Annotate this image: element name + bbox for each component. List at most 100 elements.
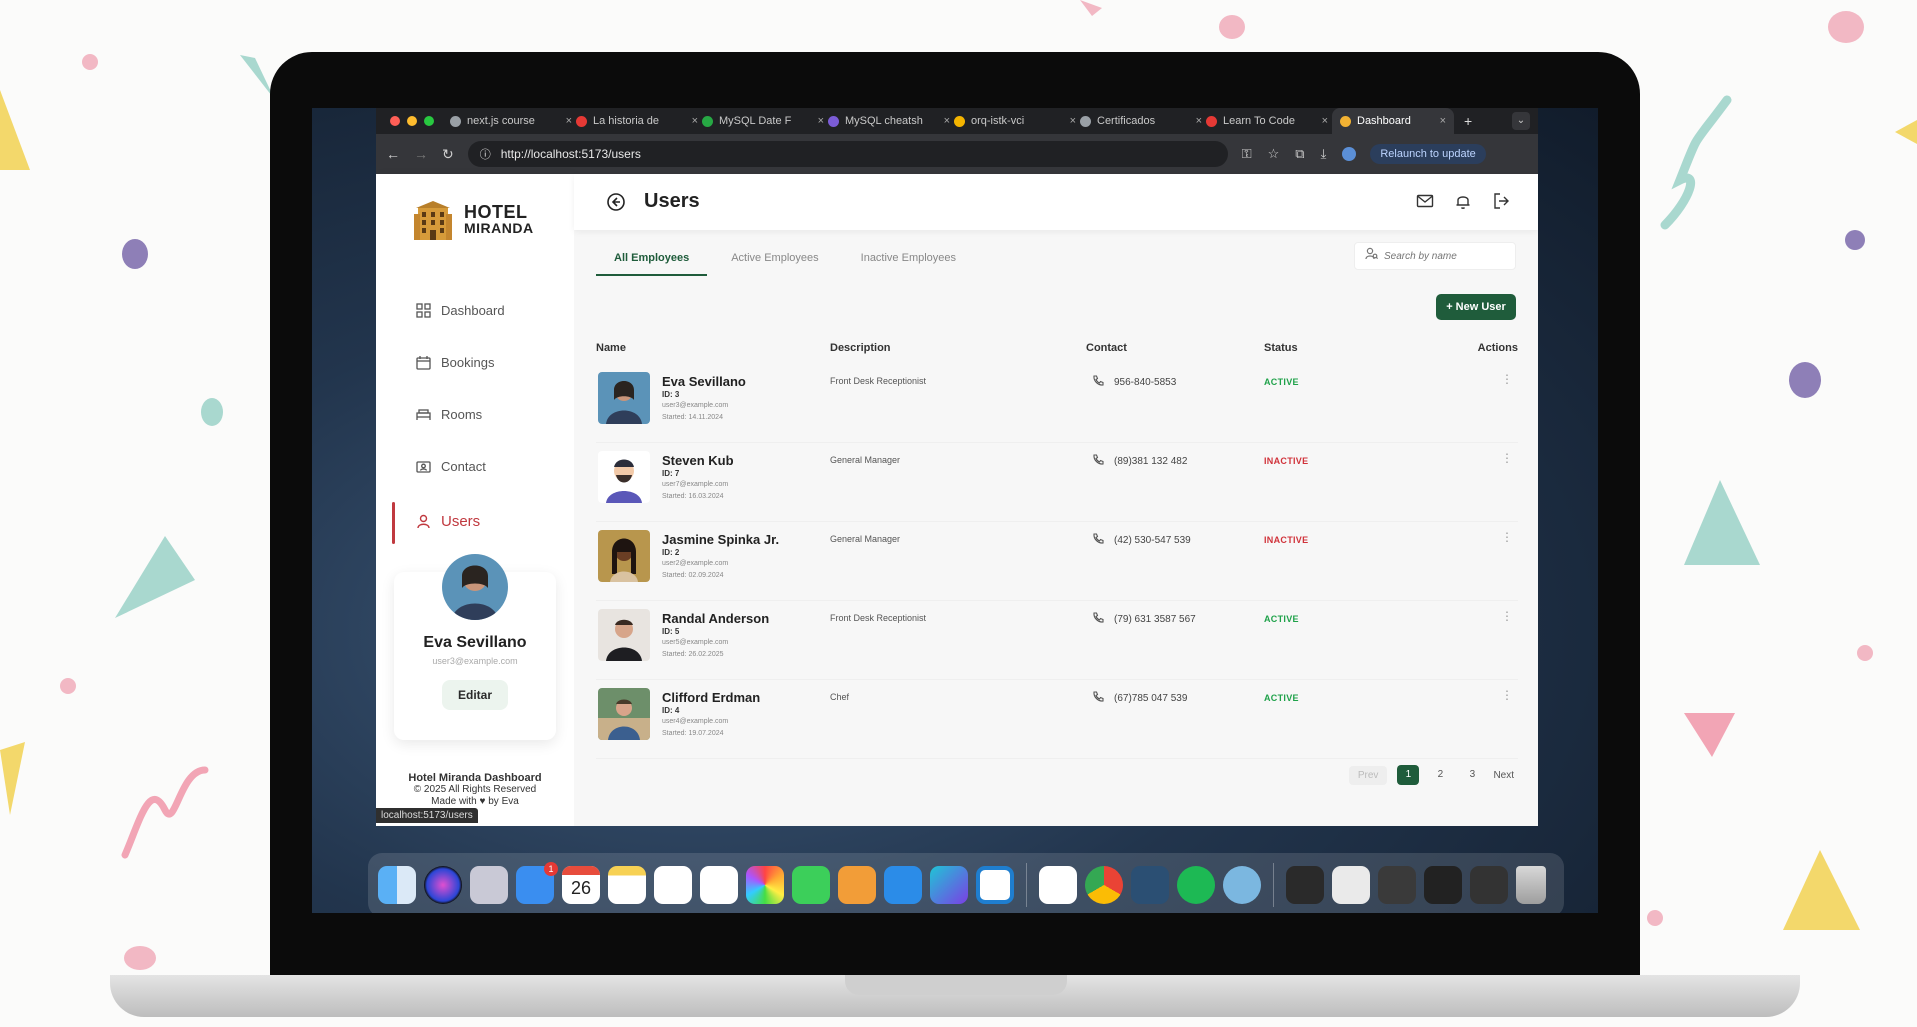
tab-active-employees[interactable]: Active Employees	[713, 244, 836, 272]
back-circle-icon[interactable]	[606, 192, 626, 217]
minimize-window-button[interactable]	[407, 116, 417, 126]
browser-tab[interactable]: MySQL cheatsh ×	[828, 115, 950, 127]
browser-tab[interactable]: Certificados ×	[1080, 115, 1202, 127]
column-header-status: Status	[1264, 342, 1298, 354]
canva-icon[interactable]	[930, 866, 968, 904]
browser-tab-bar: next.js course × La historia de × MySQL Date…	[376, 108, 1538, 134]
prev-page-button[interactable]: Prev	[1348, 765, 1388, 785]
launchpad-icon[interactable]	[470, 866, 508, 904]
relaunch-button[interactable]: Relaunch to update	[1370, 144, 1486, 164]
reload-icon[interactable]: ↻	[442, 146, 454, 163]
sidebar-item-bookings[interactable]: Bookings	[376, 336, 574, 388]
page-2-button[interactable]: 2	[1429, 765, 1451, 785]
row-actions-menu-icon[interactable]: ⋮	[1500, 372, 1514, 386]
browser-tab[interactable]: orq-istk-vci ×	[954, 115, 1076, 127]
sidebar-item-rooms[interactable]: Rooms	[376, 388, 574, 440]
keynote-icon[interactable]	[884, 866, 922, 904]
mail-app-icon[interactable]: 1	[516, 862, 558, 904]
status-badge: INACTIVE	[1264, 535, 1309, 545]
spotify-icon[interactable]	[1177, 866, 1215, 904]
close-window-button[interactable]	[390, 116, 400, 126]
new-tab-button[interactable]: +	[1464, 113, 1472, 129]
logout-icon[interactable]	[1492, 192, 1510, 215]
tab-inactive-employees[interactable]: Inactive Employees	[843, 244, 974, 272]
minimized-window-1[interactable]	[1286, 866, 1324, 904]
tab-search-icon[interactable]: ⌄	[1512, 112, 1530, 130]
mongodb-compass-icon[interactable]	[1039, 866, 1077, 904]
browser-tab[interactable]: La historia de ×	[576, 115, 698, 127]
minimized-window-4[interactable]	[1424, 866, 1462, 904]
bell-icon[interactable]	[1454, 192, 1472, 215]
search-input[interactable]	[1384, 250, 1494, 262]
profile-icon[interactable]	[1342, 147, 1357, 161]
user-name: Randal Anderson	[662, 611, 770, 626]
sidebar-item-users[interactable]: Users	[376, 492, 574, 550]
minimized-window-5[interactable]	[1470, 866, 1508, 904]
row-actions-menu-icon[interactable]: ⋮	[1500, 688, 1514, 702]
column-header-description: Description	[830, 342, 891, 354]
mysql-workbench-icon[interactable]	[1131, 866, 1169, 904]
browser-tab[interactable]: next.js course ×	[450, 115, 572, 127]
row-actions-menu-icon[interactable]: ⋮	[1500, 530, 1514, 544]
status-badge: ACTIVE	[1264, 614, 1299, 624]
reminders-icon[interactable]	[700, 866, 738, 904]
mail-icon[interactable]	[1416, 192, 1434, 215]
close-tab-icon[interactable]: ×	[1070, 115, 1076, 127]
trash-icon[interactable]	[1516, 866, 1546, 904]
password-key-icon[interactable]: ⚿	[1242, 146, 1252, 162]
table-row[interactable]: Jasmine Spinka Jr. ID: 2 user2@example.com…	[596, 522, 1518, 601]
zoom-window-button[interactable]	[424, 116, 434, 126]
close-tab-icon[interactable]: ×	[1440, 115, 1446, 127]
browser-tab[interactable]: MySQL Date F ×	[702, 115, 824, 127]
close-tab-icon[interactable]: ×	[1196, 115, 1202, 127]
bookmark-star-icon[interactable]: ☆	[1268, 146, 1280, 162]
page-1-button[interactable]: 1	[1397, 765, 1420, 785]
quicktime-icon[interactable]	[1223, 866, 1261, 904]
close-tab-icon[interactable]: ×	[944, 115, 950, 127]
back-arrow-icon[interactable]: ←	[386, 146, 400, 162]
row-actions-menu-icon[interactable]: ⋮	[1500, 609, 1514, 623]
messages-icon[interactable]	[792, 866, 830, 904]
minimized-window-2[interactable]	[1332, 866, 1370, 904]
table-row[interactable]: Clifford Erdman ID: 4 user4@example.com Sta…	[596, 680, 1518, 759]
minimized-window-3[interactable]	[1378, 866, 1416, 904]
user-id: ID: 4	[662, 706, 680, 715]
table-row[interactable]: Eva Sevillano ID: 3 user3@example.com Start…	[596, 364, 1518, 443]
sidebar-item-label: Rooms	[441, 406, 483, 422]
browser-tab[interactable]: Dashboard ×	[1332, 108, 1454, 134]
url-field[interactable]: ⓘ http://localhost:5173/users	[467, 141, 1228, 167]
user-email: user7@example.com	[662, 481, 729, 488]
pages-icon[interactable]	[838, 866, 876, 904]
siri-icon[interactable]	[424, 866, 462, 904]
finder-icon[interactable]	[378, 866, 416, 904]
sidebar-item-contact[interactable]: Contact	[376, 440, 574, 492]
table-row[interactable]: Steven Kub ID: 7 user7@example.com Started:…	[596, 443, 1518, 522]
row-actions-menu-icon[interactable]: ⋮	[1500, 451, 1514, 465]
download-icon[interactable]: ⤓	[1321, 146, 1327, 162]
photos-icon[interactable]	[746, 866, 784, 904]
table-row[interactable]: Randal Anderson ID: 5 user5@example.com Sta…	[596, 601, 1518, 680]
new-user-button[interactable]: + New User	[1436, 294, 1516, 320]
vscode-icon[interactable]	[976, 866, 1014, 904]
browser-tab[interactable]: Learn To Code ×	[1206, 115, 1328, 127]
calendar-app-icon[interactable]: 26	[562, 866, 600, 904]
next-page-button[interactable]: Next	[1493, 770, 1514, 781]
sidebar-item-dashboard[interactable]: Dashboard	[376, 284, 574, 336]
chrome-icon[interactable]	[1085, 866, 1123, 904]
notes-icon[interactable]	[608, 866, 646, 904]
close-tab-icon[interactable]: ×	[818, 115, 824, 127]
user-start-date: Started: 14.11.2024	[662, 414, 723, 421]
footer-rights: © 2025 All Rights Reserved	[413, 784, 537, 795]
site-info-icon[interactable]: ⓘ	[480, 146, 491, 162]
extensions-icon[interactable]: ⧉	[1295, 146, 1304, 162]
profile-name: Eva Sevillano	[423, 634, 527, 651]
tab-all-employees[interactable]: All Employees	[596, 244, 708, 276]
forward-arrow-icon[interactable]: →	[414, 146, 428, 162]
edit-profile-button[interactable]: Editar	[442, 680, 508, 710]
close-tab-icon[interactable]: ×	[1322, 115, 1328, 127]
close-tab-icon[interactable]: ×	[566, 115, 572, 127]
close-tab-icon[interactable]: ×	[692, 115, 698, 127]
page-3-button[interactable]: 3	[1461, 765, 1483, 785]
freeform-icon[interactable]	[654, 866, 692, 904]
user-email: user5@example.com	[662, 639, 729, 646]
